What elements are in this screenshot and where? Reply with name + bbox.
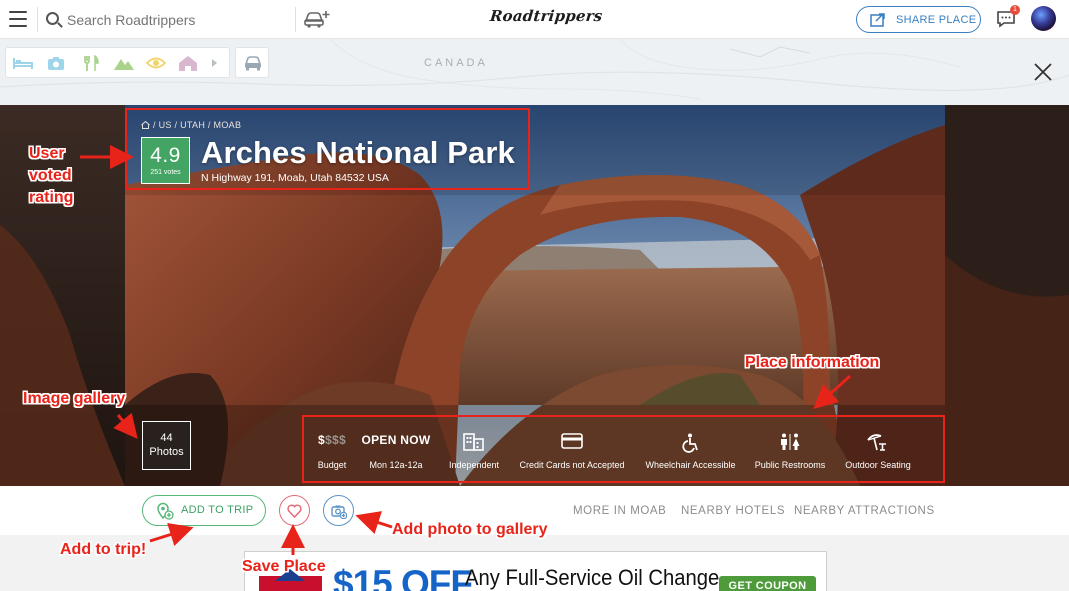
advertisement-banner[interactable]: $15 OFF Any Full-Service Oil Change GET …: [244, 551, 827, 591]
category-filter-bar: [5, 47, 230, 78]
more-in-moab-link[interactable]: MORE IN MOAB: [573, 505, 666, 517]
photo-gallery-button[interactable]: 44 Photos: [142, 421, 191, 470]
annotation-title-box: [125, 108, 530, 190]
map-label-canada: CANADA: [424, 57, 488, 69]
home-category-icon[interactable]: [178, 55, 198, 72]
share-place-label: SHARE PLACE: [896, 14, 977, 26]
annotation-save-place-label: Save Place: [242, 558, 326, 575]
eye-attractions-icon[interactable]: [146, 55, 166, 71]
hotel-bed-icon[interactable]: [12, 55, 34, 71]
advertiser-logo: [259, 569, 322, 591]
user-avatar[interactable]: [1031, 6, 1056, 31]
top-navigation-bar: Roadtrippers SHARE PLACE 1: [0, 0, 1069, 39]
ad-price: $15 OFF: [333, 563, 473, 591]
photos-count: 44: [160, 432, 173, 444]
notification-badge: 1: [1010, 5, 1020, 15]
roadtrippers-logo[interactable]: Roadtrippers: [489, 7, 603, 25]
heart-icon: [287, 504, 302, 518]
annotation-place-info-label: Place information: [745, 354, 880, 371]
annotation-info-box: [302, 415, 945, 483]
mountain-icon[interactable]: [113, 55, 135, 71]
ad-headline: Any Full-Service Oil Change: [465, 565, 720, 590]
annotation-gallery-label: Image gallery: [23, 390, 126, 407]
add-location-icon: [157, 502, 174, 520]
search-input[interactable]: [67, 10, 287, 30]
get-coupon-button[interactable]: GET COUPON: [719, 576, 816, 591]
annotation-add-photo-label: Add photo to gallery: [392, 521, 548, 538]
add-to-trip-button[interactable]: ADD TO TRIP: [142, 495, 266, 526]
search-icon: [46, 12, 59, 25]
divider: [295, 7, 296, 32]
annotation-add-trip-label: Add to trip!: [60, 541, 147, 558]
share-icon: [870, 13, 885, 27]
divider: [37, 7, 38, 32]
save-place-button[interactable]: [279, 495, 310, 526]
camera-icon[interactable]: [47, 55, 65, 71]
close-icon[interactable]: [1033, 62, 1053, 82]
bottom-section: $15 OFF Any Full-Service Oil Change GET …: [0, 535, 1069, 591]
car-icon: [244, 56, 262, 71]
chevron-right-icon[interactable]: [211, 58, 219, 68]
add-vehicle-icon[interactable]: [302, 9, 330, 29]
nearby-hotels-link[interactable]: NEARBY HOTELS: [681, 505, 785, 517]
photos-label: Photos: [149, 446, 184, 458]
restaurant-icon[interactable]: [82, 55, 100, 72]
add-photo-icon: [331, 505, 347, 519]
add-photo-button[interactable]: [323, 495, 354, 526]
annotation-rating-label: User voted rating: [29, 145, 74, 206]
add-to-trip-label: ADD TO TRIP: [181, 504, 254, 516]
share-place-button[interactable]: SHARE PLACE: [856, 6, 981, 33]
vehicle-button[interactable]: [235, 47, 269, 78]
nearby-attractions-link[interactable]: NEARBY ATTRACTIONS: [794, 505, 935, 517]
map-area[interactable]: CANADA: [0, 39, 1069, 105]
app-window: Roadtrippers SHARE PLACE 1 CANADA: [0, 0, 1069, 591]
hamburger-menu-icon[interactable]: [9, 11, 27, 27]
